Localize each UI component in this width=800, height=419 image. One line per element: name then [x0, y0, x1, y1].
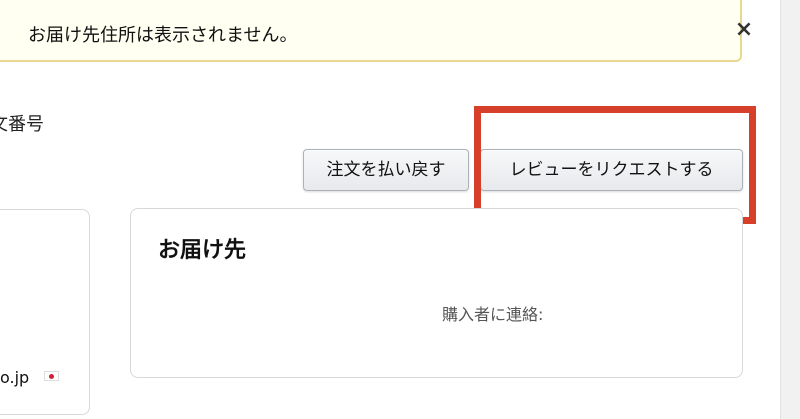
japan-flag-icon [44, 371, 59, 381]
alert-message: お届け先住所は表示されません。 [28, 25, 298, 46]
scrollbar[interactable] [780, 0, 800, 419]
shipping-card-title: お届け先 [158, 238, 247, 263]
refund-order-button[interactable]: 注文を払い戻す [303, 149, 469, 191]
order-number-label: 文番号 [0, 114, 44, 135]
contact-buyer-label[interactable]: 購入者に連絡: [442, 301, 543, 325]
buyer-email-fragment: o.jp [0, 368, 30, 387]
highlight-annotation-box [474, 106, 756, 224]
close-icon[interactable]: × [732, 18, 756, 42]
